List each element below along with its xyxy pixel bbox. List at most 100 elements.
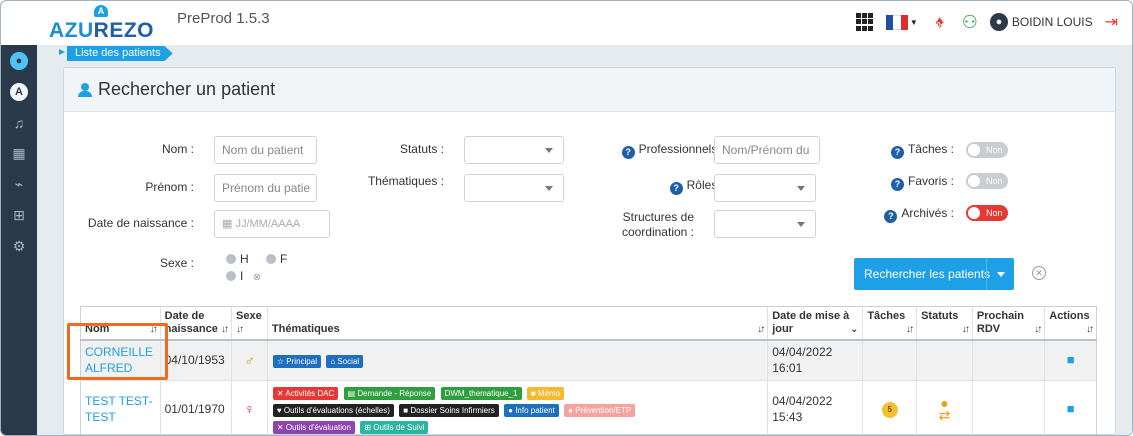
female-icon: ♀ [244, 400, 255, 417]
sort-icon[interactable]: ↓↑ [906, 323, 914, 336]
top-bar: A AZUREZO PreProd 1.5.3 ▼ ♦ 10+ ⚇ ● BOIDI… [37, 1, 1132, 45]
folder-icon[interactable]: ■ [1044, 340, 1097, 381]
sort-icon[interactable]: ↓↑ [1034, 323, 1042, 336]
sidebar: ● A ♫ ▦ ⌁ ⊞ ⚙ [1, 1, 37, 435]
help-icon[interactable]: ? [669, 182, 683, 195]
app-version: PreProd 1.5.3 [177, 10, 270, 27]
tag-demande-reponse: ▤ Demande - Réponse [343, 386, 436, 400]
transfer-status-icon[interactable]: ● ⇄ [921, 396, 968, 422]
col-nom[interactable]: Nom ↓↑ [80, 306, 161, 341]
sidebar-user-icon[interactable]: ● [1, 45, 37, 76]
col-statuts[interactable]: Statuts ↓↑ [916, 306, 973, 341]
col-taches[interactable]: Tâches ↓↑ [862, 306, 917, 341]
col-maj[interactable]: Date de mise à jour ⌄ [767, 306, 863, 341]
col-thematiques[interactable]: Thématiques ↓↑ [266, 306, 768, 341]
tag-social: ⌂ Social [326, 354, 364, 368]
statuts-select[interactable] [464, 136, 564, 164]
patient-name-link[interactable]: CORNEILLE ALFRED [85, 344, 156, 376]
tag-outils-evaluations: ♥ Outils d'évaluations (échelles) [272, 403, 394, 417]
search-dropdown-icon[interactable] [986, 258, 1014, 290]
col-dob[interactable]: Date de naissance ↓↑ [159, 306, 232, 341]
professionnels-label: ? Professionnels : [574, 142, 724, 159]
professionnels-input[interactable]: Nom/Prénom du [714, 136, 820, 164]
prenom-input[interactable]: Prénom du patie [214, 174, 317, 202]
user-name: BOIDIN LOUIS [1011, 15, 1093, 29]
dob-input[interactable]: ▦ JJ/MM/AAAA [214, 210, 330, 238]
team-icon[interactable]: ⚇ [962, 12, 978, 33]
nom-label: Nom : [161, 142, 194, 156]
sexe-clear-icon[interactable]: ⊗ [253, 272, 261, 283]
sexe-i-radio[interactable]: I ⊗ [226, 269, 261, 283]
search-panel: Rechercher un patient Nom : Nom du patie… [63, 67, 1116, 435]
french-flag-icon[interactable] [885, 14, 908, 30]
search-patients-button[interactable]: Rechercher les patients [854, 258, 1014, 290]
tag-info-patient: ● Info patient [504, 403, 559, 417]
tag-outils-evaluation: ✕ Outils d'évaluation [272, 420, 355, 434]
patient-name-link[interactable]: TEST TEST- TEST [85, 393, 156, 425]
app-window: ● A ♫ ▦ ⌁ ⊞ ⚙ A AZUREZO PreProd 1.5.3 ▼ … [0, 0, 1133, 436]
notification-bell-icon[interactable]: ♦ 10+ [930, 12, 950, 32]
tag-prevention-etp: ● Prévention/ETP [564, 403, 636, 417]
sort-icon[interactable]: ↓↑ [236, 324, 244, 335]
language-caret-icon[interactable]: ▼ [910, 18, 918, 27]
sidebar-settings-icon[interactable]: ⚙ [1, 231, 37, 262]
breadcrumb[interactable]: Liste des patients [67, 46, 173, 61]
col-sexe[interactable]: Sexe ↓↑ [231, 306, 268, 341]
sort-icon[interactable]: ↓↑ [757, 323, 765, 336]
person-icon [78, 82, 92, 97]
male-icon: ♂ [244, 351, 255, 368]
folder-icon[interactable]: ■ [1044, 380, 1097, 435]
col-rdv[interactable]: Prochain RDV ↓↑ [971, 306, 1045, 341]
tag-outils-suivi: ⊞ Outils de Suivi [360, 420, 429, 434]
thematiques-label: Thématiques : [367, 174, 444, 188]
help-icon[interactable]: ? [621, 146, 635, 159]
help-icon[interactable]: ? [890, 178, 904, 191]
sidebar-calendar-icon[interactable]: ▦ [1, 138, 37, 169]
structures-select[interactable] [714, 210, 816, 238]
nom-input[interactable]: Nom du patient [214, 136, 317, 164]
clear-search-icon[interactable]: ✕ [1032, 266, 1046, 280]
chevron-down-icon[interactable]: ⌄ [850, 323, 858, 336]
table-row[interactable]: TEST TEST- TEST 01/01/1970 ♀ ✕ Activités … [80, 380, 1097, 435]
statuts-label: Statuts : [399, 142, 444, 156]
azurezo-logo[interactable]: A AZUREZO [49, 5, 154, 43]
sidebar-chart-icon[interactable]: ⌁ [1, 169, 37, 200]
taches-label: ? Tâches : [854, 142, 954, 159]
task-bell-icon[interactable]: 5 [881, 402, 898, 418]
col-actions[interactable]: Actions ↓↑ [1044, 306, 1097, 341]
dob-cell: 04/10/1953 [159, 340, 232, 381]
user-menu[interactable]: ● BOIDIN LOUIS [989, 13, 1093, 31]
help-icon[interactable]: ? [884, 210, 898, 223]
patients-table: Nom ↓↑ Date de naissance ↓↑ Sexe ↓↑ Thématiq… [80, 306, 1097, 435]
roles-select[interactable] [714, 174, 816, 202]
main-content: Liste des patients Rechercher un patient… [37, 45, 1132, 435]
tag-memo: ■ Mémo [526, 386, 565, 400]
sidebar-bell-icon[interactable]: ♫ [1, 107, 37, 138]
sexe-h-radio[interactable]: H [226, 252, 249, 266]
sexe-f-radio[interactable]: F [266, 252, 287, 266]
help-icon[interactable]: ? [890, 146, 904, 159]
prenom-label: Prénom : [145, 180, 194, 194]
taches-toggle[interactable]: Non [966, 142, 1008, 158]
structures-label: Structures de coordination : [621, 210, 694, 239]
tag-principal: ☆ Principal [272, 354, 321, 368]
sort-icon[interactable]: ↓↑ [1086, 323, 1094, 336]
favoris-toggle[interactable]: Non [966, 173, 1008, 189]
apps-grid-icon[interactable] [855, 13, 874, 31]
sidebar-azurezo-icon[interactable]: A [1, 76, 37, 107]
tag-activites-dac: ✕ Activités DAC [272, 386, 339, 400]
user-avatar-icon: ● [989, 13, 1008, 31]
table-row[interactable]: CORNEILLE ALFRED 04/10/1953 ♂ ☆ Principal… [80, 340, 1097, 381]
tag-dwm-thematique: DWM_thematique_1 [440, 386, 522, 400]
sort-icon[interactable]: ↓↑ [962, 323, 970, 336]
archives-label: ? Archivés : [854, 206, 954, 223]
dob-label: Date de naissance : [87, 216, 194, 230]
sort-icon[interactable]: ↓↑ [150, 323, 158, 336]
sidebar-table-icon[interactable]: ⊞ [1, 200, 37, 231]
calendar-icon: ▦ [222, 218, 236, 230]
thematiques-select[interactable] [464, 174, 564, 202]
logout-icon[interactable]: ⇥ [1105, 12, 1118, 32]
tag-dossier-soins: ■ Dossier Soins Infirmiers [399, 403, 499, 417]
archives-toggle[interactable]: Non [966, 205, 1008, 221]
sort-icon[interactable]: ↓↑ [221, 323, 229, 336]
